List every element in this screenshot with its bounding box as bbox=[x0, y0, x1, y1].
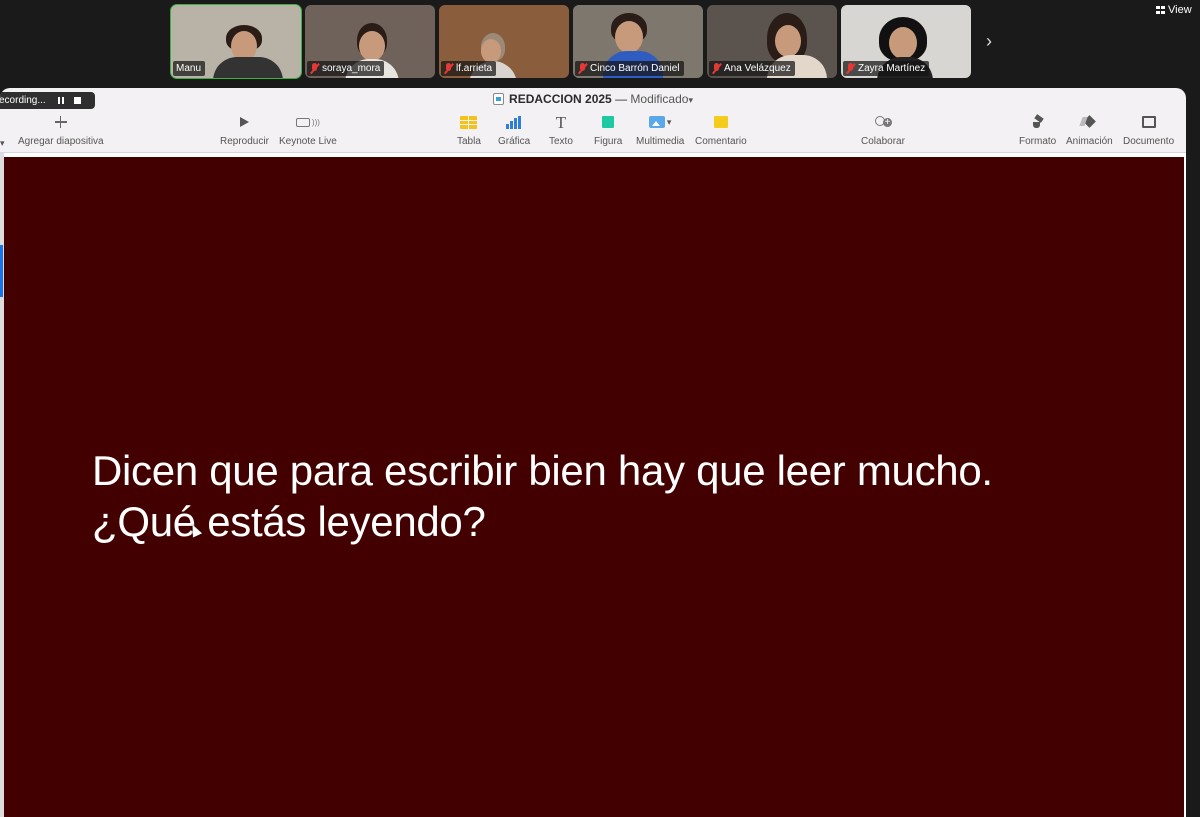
chart-icon bbox=[506, 115, 522, 129]
keynote-live-label: Keynote Live bbox=[279, 136, 337, 147]
keynote-window: ecording... REDACCION 2025 — Modificado▾… bbox=[0, 88, 1186, 817]
animate-label: Animación bbox=[1066, 136, 1113, 147]
current-slide[interactable]: Dicen que para escribir bien hay que lee… bbox=[4, 157, 1184, 817]
keynote-live-button[interactable]: ))) Keynote Live bbox=[279, 112, 337, 147]
mic-muted-icon bbox=[578, 63, 587, 74]
format-button[interactable]: Formato bbox=[1019, 112, 1056, 147]
participant-face bbox=[615, 21, 643, 53]
title-separator: — bbox=[611, 92, 631, 106]
recording-label: ecording... bbox=[0, 95, 46, 106]
participant-name: Manu bbox=[176, 63, 202, 74]
animate-button[interactable]: Animación bbox=[1066, 112, 1113, 147]
pause-recording-icon[interactable] bbox=[57, 97, 65, 104]
stop-recording-icon[interactable] bbox=[73, 97, 81, 104]
text-label: Texto bbox=[549, 136, 573, 147]
media-button[interactable]: ▾ Multimedia bbox=[636, 112, 684, 147]
chevron-down-icon: ▾ bbox=[666, 116, 672, 127]
collaborate-button[interactable]: Colaborar bbox=[861, 112, 905, 147]
document-status[interactable]: Modificado bbox=[630, 92, 688, 106]
selected-slide-indicator bbox=[0, 245, 3, 297]
format-label: Formato bbox=[1019, 136, 1057, 147]
view-menu-chevron-icon[interactable]: ▾ bbox=[0, 138, 5, 149]
play-label: Reproducir bbox=[220, 136, 269, 147]
mic-muted-icon bbox=[712, 63, 721, 74]
comment-label: Comentario bbox=[695, 136, 747, 147]
document-label: Documento bbox=[1123, 136, 1175, 147]
mic-muted-icon bbox=[310, 63, 319, 74]
participant-tile[interactable]: lf.arrieta bbox=[439, 5, 569, 78]
participant-name: Zayra Martínez bbox=[858, 63, 926, 74]
mic-muted-icon bbox=[846, 63, 855, 74]
participant-name: Ana Velázquez bbox=[724, 63, 791, 74]
broadcast-icon: ))) bbox=[311, 117, 320, 127]
media-label: Multimedia bbox=[636, 136, 685, 147]
participant-tile[interactable]: Ana Velázquez bbox=[707, 5, 837, 78]
animate-diamond-icon bbox=[1081, 116, 1097, 128]
slide-text-line-2: ¿Qué estás leyendo? bbox=[92, 498, 486, 545]
participant-face bbox=[775, 25, 801, 57]
table-button[interactable]: Tabla bbox=[457, 112, 481, 147]
next-page-chevron-icon[interactable]: › bbox=[982, 30, 996, 52]
comment-icon bbox=[713, 116, 728, 128]
recording-indicator: ecording... bbox=[0, 92, 95, 109]
participant-face bbox=[481, 39, 501, 63]
chart-button[interactable]: Gráfica bbox=[498, 112, 530, 147]
collaborate-icon bbox=[874, 115, 892, 129]
participant-strip: Manu soraya_mora lf.arrieta Cinco Barrón… bbox=[0, 0, 1200, 88]
add-slide-button[interactable]: Agregar diapositiva bbox=[18, 112, 104, 147]
keynote-live-icon bbox=[295, 117, 310, 127]
text-icon: T bbox=[555, 112, 567, 132]
participant-name-tag: Zayra Martínez bbox=[843, 61, 930, 76]
add-slide-label: Agregar diapositiva bbox=[18, 136, 104, 147]
document-button[interactable]: Documento bbox=[1123, 112, 1174, 147]
chart-label: Gráfica bbox=[498, 136, 531, 147]
document-icon bbox=[1141, 116, 1156, 128]
participant-name-tag: Cinco Barrón Daniel bbox=[575, 61, 684, 76]
paintbrush-icon bbox=[1031, 116, 1045, 129]
participant-tile[interactable]: Zayra Martínez bbox=[841, 5, 971, 78]
participant-name-tag: Manu bbox=[173, 61, 206, 76]
participant-name: soraya_mora bbox=[322, 63, 381, 74]
text-button[interactable]: T Texto bbox=[549, 112, 573, 148]
window-title-bar: REDACCION 2025 — Modificado▾ bbox=[0, 88, 1186, 110]
shape-icon bbox=[602, 116, 615, 128]
table-label: Tabla bbox=[457, 136, 481, 147]
mic-muted-icon bbox=[444, 63, 453, 74]
slide-text-box[interactable]: Dicen que para escribir bien hay que lee… bbox=[92, 445, 1152, 547]
media-icon bbox=[648, 116, 665, 128]
table-icon bbox=[460, 115, 478, 129]
participant-name: Cinco Barrón Daniel bbox=[590, 63, 680, 74]
play-icon bbox=[239, 117, 249, 127]
participant-name-tag: Ana Velázquez bbox=[709, 61, 795, 76]
participant-face bbox=[889, 27, 917, 59]
screen: Manu soraya_mora lf.arrieta Cinco Barrón… bbox=[0, 0, 1200, 817]
participant-tile[interactable]: Cinco Barrón Daniel bbox=[573, 5, 703, 78]
participant-tile[interactable]: Manu bbox=[170, 4, 302, 79]
keynote-document-icon bbox=[493, 93, 505, 105]
participant-name-tag: lf.arrieta bbox=[441, 61, 497, 76]
toolbar: ▾ Agregar diapositiva Reproducir ))) Key… bbox=[0, 110, 1186, 152]
participant-name: lf.arrieta bbox=[456, 63, 493, 74]
view-button[interactable]: View bbox=[1156, 4, 1192, 16]
slide-text-line-1: Dicen que para escribir bien hay que lee… bbox=[92, 447, 993, 494]
document-title[interactable]: REDACCION 2025 bbox=[509, 92, 612, 106]
plus-icon bbox=[54, 116, 67, 128]
view-label: View bbox=[1168, 4, 1192, 16]
shape-button[interactable]: Figura bbox=[594, 112, 622, 147]
collaborate-label: Colaborar bbox=[861, 136, 905, 147]
chevron-down-icon[interactable]: ▾ bbox=[688, 95, 693, 105]
shape-label: Figura bbox=[594, 136, 623, 147]
participant-tile[interactable]: soraya_mora bbox=[305, 5, 435, 78]
play-button[interactable]: Reproducir bbox=[220, 112, 269, 147]
participant-face bbox=[359, 31, 385, 61]
right-gutter bbox=[1186, 88, 1200, 817]
slide-canvas: Dicen que para escribir bien hay que lee… bbox=[0, 153, 1186, 817]
participant-name-tag: soraya_mora bbox=[307, 61, 385, 76]
comment-button[interactable]: Comentario bbox=[695, 112, 747, 147]
grid-view-icon bbox=[1156, 6, 1165, 14]
